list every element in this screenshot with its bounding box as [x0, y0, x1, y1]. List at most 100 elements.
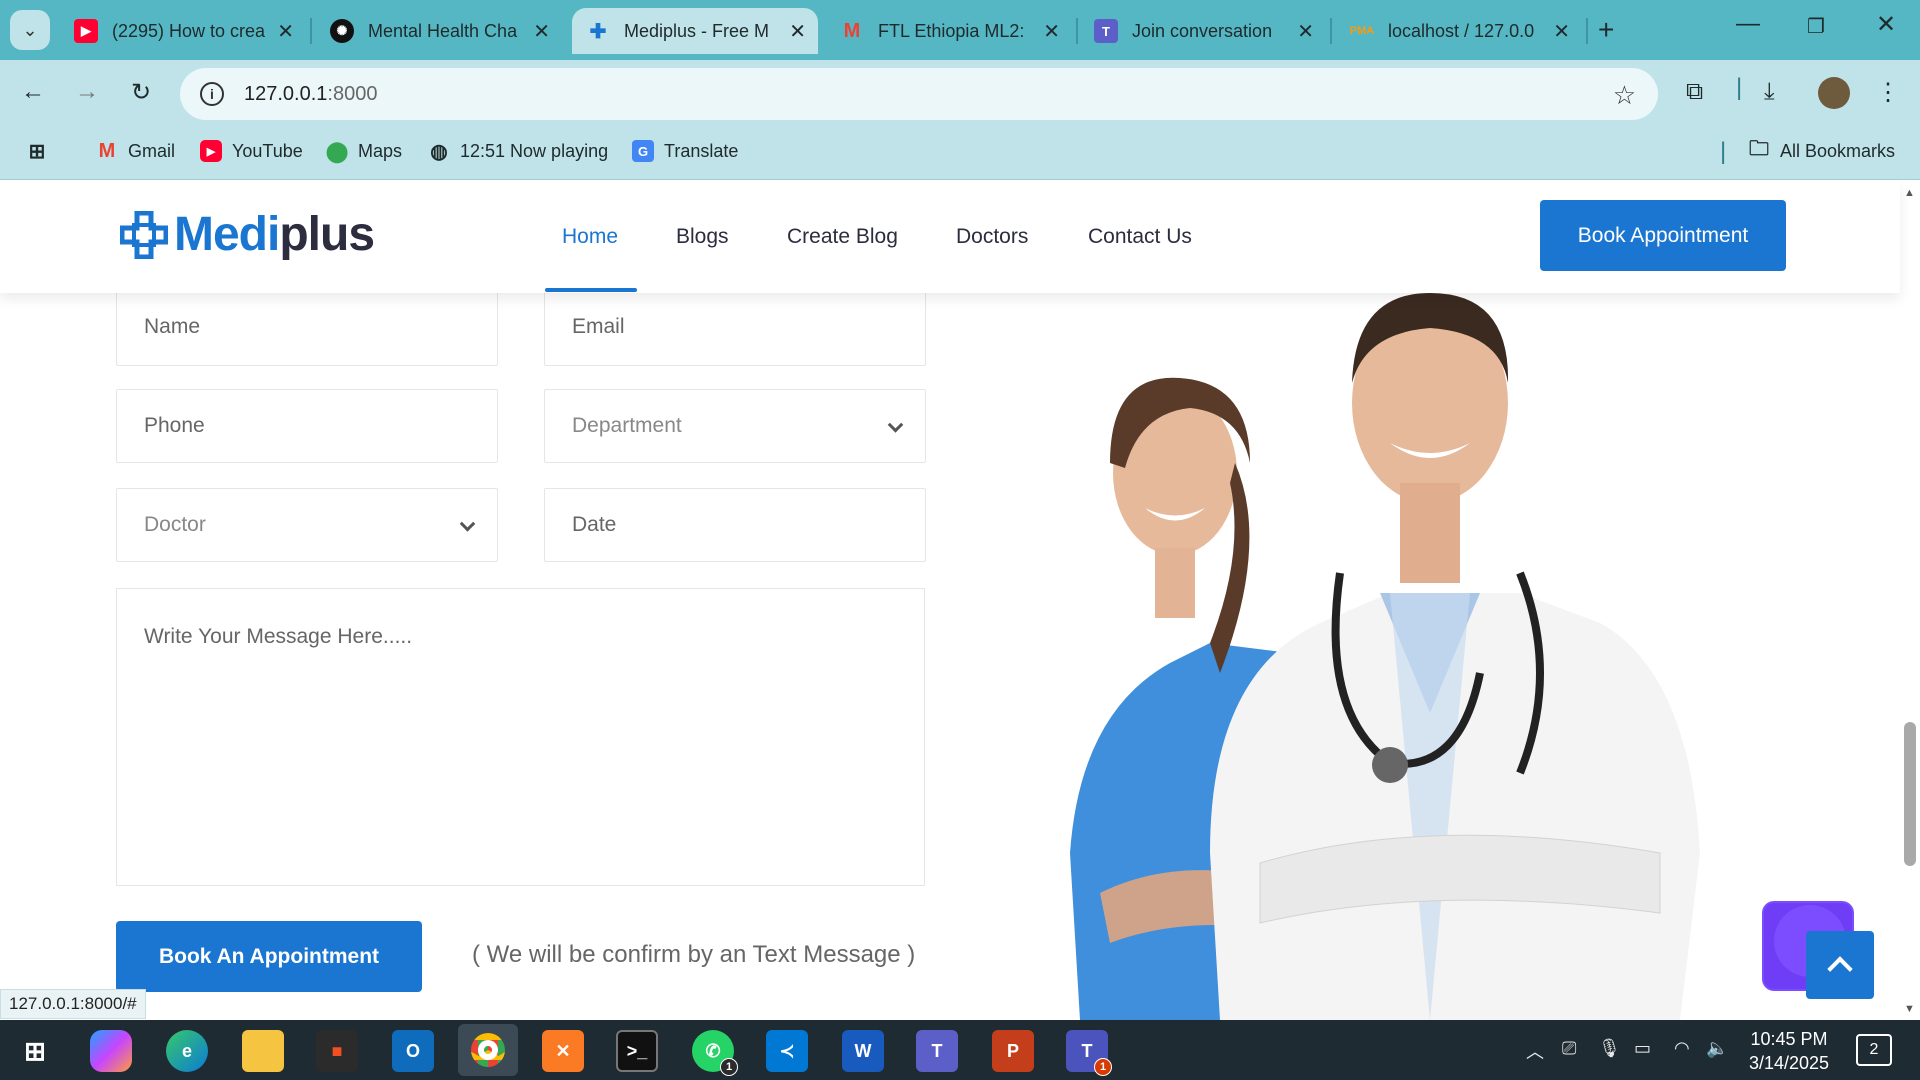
- teams-icon[interactable]: T: [916, 1030, 958, 1072]
- back-icon[interactable]: ←: [16, 78, 50, 106]
- apps-grid-icon[interactable]: ⊞: [26, 140, 58, 163]
- microsoft-store-icon[interactable]: ■: [316, 1030, 358, 1072]
- globe-icon: ◍: [430, 140, 448, 163]
- message-textarea[interactable]: Write Your Message Here.....: [116, 588, 925, 886]
- teams-badge: 1: [1094, 1058, 1112, 1076]
- chrome-icon[interactable]: [458, 1024, 518, 1076]
- all-bookmarks[interactable]: 🗀 All Bookmarks: [1748, 138, 1895, 162]
- doctor-value: Doctor: [144, 513, 206, 536]
- notification-center-icon[interactable]: 2: [1856, 1034, 1892, 1066]
- bookmark-gmail[interactable]: M Gmail: [96, 140, 175, 162]
- edge-icon[interactable]: e: [166, 1030, 208, 1072]
- windows-start-icon[interactable]: ⊞: [14, 1030, 56, 1072]
- new-tab-button[interactable]: +: [1598, 14, 1614, 46]
- system-clock[interactable]: 10:45 PM 3/14/2025: [1740, 1027, 1838, 1075]
- show-hidden-icons-chevron-icon[interactable]: ︿: [1526, 1038, 1544, 1064]
- book-an-appointment-button[interactable]: Book An Appointment: [116, 921, 422, 992]
- bookmark-translate[interactable]: G Translate: [632, 140, 738, 162]
- date-input[interactable]: Date: [544, 488, 926, 562]
- vscode-icon[interactable]: ≺: [766, 1030, 808, 1072]
- tab-title: localhost / 127.0.0: [1388, 20, 1535, 41]
- restore-icon[interactable]: ❐: [1796, 14, 1836, 39]
- translate-icon: G: [632, 140, 654, 162]
- profile-avatar[interactable]: [1818, 77, 1850, 109]
- tab-search-button[interactable]: ⌄: [10, 10, 50, 50]
- forward-icon[interactable]: →: [70, 78, 104, 106]
- close-icon[interactable]: ✕: [789, 19, 806, 44]
- tab-chatgpt[interactable]: ✺ Mental Health Cha ✕: [316, 8, 562, 54]
- outlook-icon[interactable]: O: [392, 1030, 434, 1072]
- folder-icon: 🗀: [1749, 138, 1769, 160]
- bookmark-star-icon[interactable]: ☆: [1613, 80, 1636, 111]
- nav-contact-us[interactable]: Contact Us: [1088, 225, 1192, 249]
- download-icon[interactable]: ⤓: [1764, 78, 1775, 106]
- scroll-to-top-button[interactable]: [1806, 931, 1874, 999]
- email-input[interactable]: Email: [544, 287, 926, 366]
- menu-kebab-icon[interactable]: ⋮: [1876, 78, 1900, 107]
- terminal-icon[interactable]: >_: [616, 1030, 658, 1072]
- whatsapp-icon[interactable]: ✆ 1: [692, 1030, 738, 1076]
- extensions-icon[interactable]: ⧉: [1686, 78, 1703, 106]
- tab-title: FTL Ethiopia ML2: I: [878, 20, 1032, 41]
- bookmark-maps[interactable]: ⬤ Maps: [326, 140, 402, 163]
- tab-youtube[interactable]: ▶ (2295) How to crea ✕: [60, 8, 306, 54]
- volume-icon[interactable]: 🔈: [1706, 1038, 1728, 1059]
- nav-doctors[interactable]: Doctors: [956, 225, 1028, 249]
- battery-icon[interactable]: ▭: [1634, 1038, 1651, 1059]
- bookmark-youtube[interactable]: ▶ YouTube: [200, 140, 303, 162]
- department-select[interactable]: Department: [544, 389, 926, 463]
- close-icon[interactable]: ✕: [277, 19, 294, 44]
- wifi-icon[interactable]: ◠: [1674, 1038, 1690, 1059]
- microphone-icon[interactable]: 🎙: [1598, 1038, 1621, 1059]
- tab-phpmyadmin[interactable]: PMA localhost / 127.0.0 ✕: [1336, 8, 1582, 54]
- tab-teams[interactable]: T Join conversation ✕: [1080, 8, 1326, 54]
- word-icon[interactable]: W: [842, 1030, 884, 1072]
- nav-create-blog[interactable]: Create Blog: [787, 225, 898, 249]
- site-header: Mediplus Home Blogs Create Blog Doctors …: [0, 181, 1900, 293]
- name-input[interactable]: Name: [116, 287, 498, 366]
- tab-title: (2295) How to crea: [112, 20, 266, 41]
- bookmarks-bar: ⊞ M Gmail ▶ YouTube ⬤ Maps ◍ 12:51 Now p…: [0, 130, 1920, 180]
- active-nav-underline: [545, 288, 637, 292]
- doctor-select[interactable]: Doctor: [116, 488, 498, 562]
- url-port: :8000: [327, 82, 378, 105]
- scrollbar-thumb[interactable]: [1904, 722, 1916, 866]
- close-icon[interactable]: ✕: [1297, 19, 1314, 44]
- site-info-icon[interactable]: i: [200, 82, 224, 106]
- phone-input[interactable]: Phone: [116, 389, 498, 463]
- mediplus-logo[interactable]: Mediplus: [120, 207, 375, 262]
- powerpoint-icon[interactable]: P: [992, 1030, 1034, 1072]
- chevron-down-icon: ⌄: [22, 19, 38, 40]
- tab-separator: [1586, 18, 1588, 44]
- bookmark-label: YouTube: [232, 140, 303, 161]
- web-page: Mediplus Home Blogs Create Blog Doctors …: [0, 181, 1920, 1020]
- meet-now-icon[interactable]: ⎚: [1562, 1038, 1576, 1059]
- nav-home[interactable]: Home: [562, 225, 618, 249]
- tab-title: Mental Health Cha: [368, 20, 518, 41]
- tab-title: Mediplus - Free M: [624, 20, 770, 41]
- book-appointment-button[interactable]: Book Appointment: [1540, 200, 1786, 271]
- scrollbar-track[interactable]: [1900, 181, 1920, 1020]
- teams-work-icon[interactable]: T1: [1066, 1030, 1112, 1076]
- windows-taskbar: ⊞ e ■ O ✕ >_ ✆ 1 ≺ W T P T1 ︿ ⎚ 🎙 ▭ ◠ 🔈 1…: [0, 1020, 1920, 1080]
- chevron-down-icon: [459, 516, 476, 532]
- tab-gmail[interactable]: M FTL Ethiopia ML2: I ✕: [826, 8, 1072, 54]
- copilot-icon[interactable]: [90, 1030, 132, 1072]
- bookmark-now-playing[interactable]: ◍ 12:51 Now playing: [428, 140, 608, 163]
- file-explorer-icon[interactable]: [242, 1030, 284, 1072]
- close-icon[interactable]: ✕: [1553, 19, 1570, 44]
- scroll-up-arrow-icon[interactable]: ▲: [1904, 187, 1915, 199]
- scroll-down-arrow-icon[interactable]: ▼: [1904, 1003, 1915, 1015]
- gmail-icon: M: [98, 139, 116, 162]
- window-close-icon[interactable]: ✕: [1866, 10, 1906, 39]
- logo-medi: Medi: [174, 208, 280, 261]
- reload-icon[interactable]: ↻: [124, 78, 158, 107]
- minimize-icon[interactable]: —: [1728, 10, 1768, 38]
- nav-blogs[interactable]: Blogs: [676, 225, 729, 249]
- whatsapp-badge: 1: [720, 1058, 738, 1076]
- close-icon[interactable]: ✕: [533, 19, 550, 44]
- tab-mediplus[interactable]: ✚ Mediplus - Free M ✕: [572, 8, 818, 54]
- address-bar[interactable]: i 127.0.0.1:8000 ☆: [180, 68, 1658, 120]
- close-icon[interactable]: ✕: [1043, 19, 1060, 44]
- xampp-icon[interactable]: ✕: [542, 1030, 584, 1072]
